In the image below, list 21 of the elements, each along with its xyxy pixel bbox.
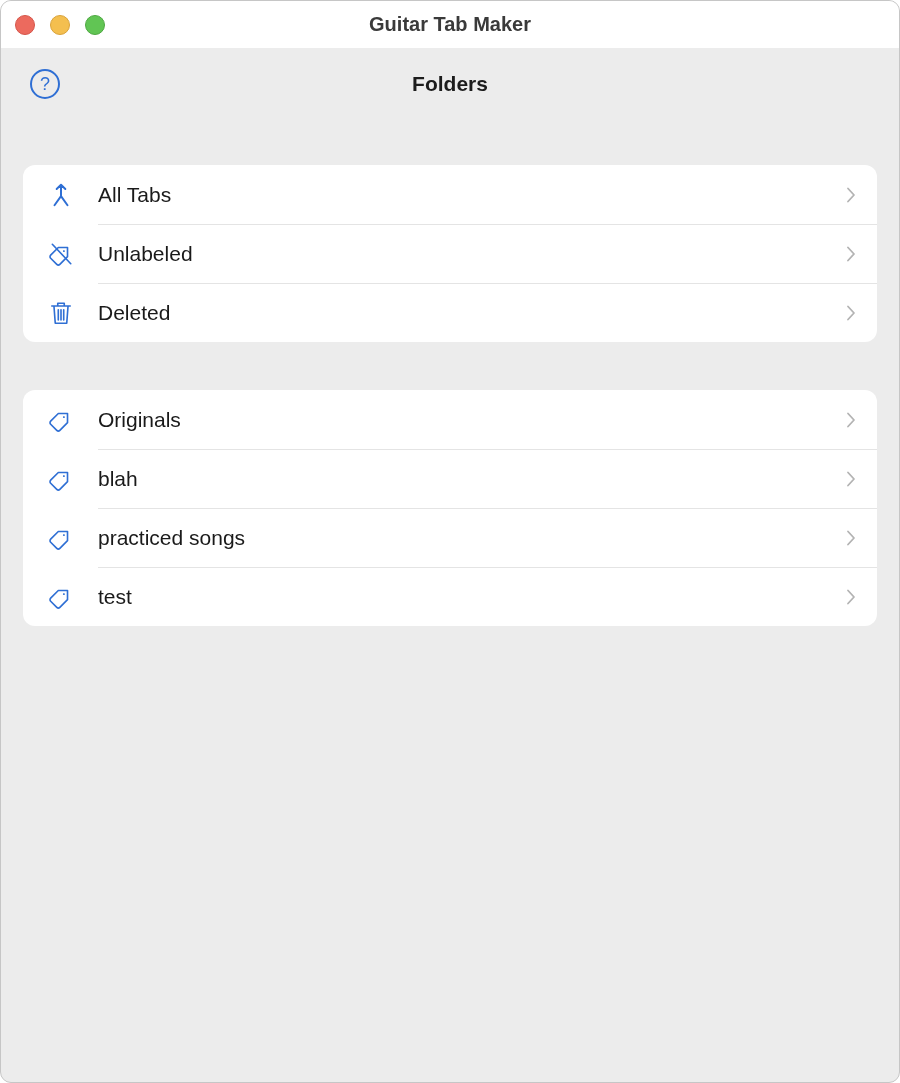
zoom-button[interactable]: [85, 14, 105, 35]
window-title: Guitar Tab Maker: [369, 13, 531, 36]
chevron-right-icon: [846, 411, 856, 428]
close-button[interactable]: [15, 14, 35, 35]
help-button[interactable]: ?: [30, 69, 60, 99]
page-title: Folders: [412, 72, 488, 96]
folder-label[interactable]: Deleted: [98, 301, 171, 325]
folder-label[interactable]: Unlabeled: [98, 242, 193, 266]
folder-label[interactable]: practiced songs: [98, 526, 246, 550]
folder-label[interactable]: All Tabs: [98, 182, 172, 207]
folder-label[interactable]: blah: [98, 467, 138, 491]
chevron-right-icon: [846, 186, 856, 203]
chevron-right-icon: [846, 530, 856, 546]
chevron-right-icon: [846, 589, 856, 605]
folder-label[interactable]: test: [98, 585, 132, 609]
tag-slash-icon: [47, 240, 74, 267]
minimize-button[interactable]: [50, 14, 70, 35]
folder-label[interactable]: Originals: [98, 407, 181, 432]
chevron-right-icon: [846, 471, 856, 487]
chevron-right-icon: [846, 246, 856, 262]
chevron-right-icon: [846, 305, 856, 321]
